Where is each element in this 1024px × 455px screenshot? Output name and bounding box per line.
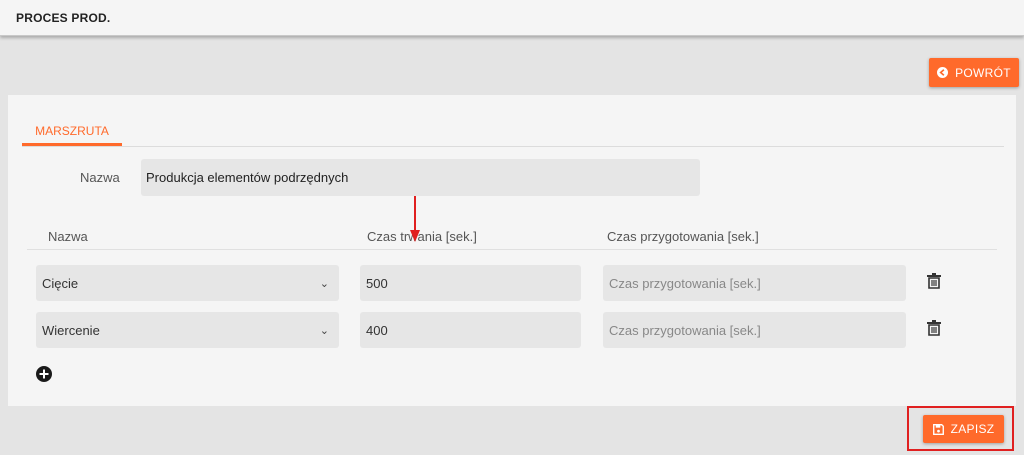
duration-input[interactable]: 400 xyxy=(360,312,581,348)
trash-icon[interactable] xyxy=(927,320,941,336)
operation-select[interactable]: Cięcie ⌄ xyxy=(36,265,339,301)
header-divider xyxy=(27,249,997,250)
save-button[interactable]: ZAPISZ xyxy=(923,415,1004,443)
plus-circle-icon[interactable] xyxy=(36,366,52,382)
save-button-label: ZAPISZ xyxy=(950,422,995,436)
chevron-down-icon: ⌄ xyxy=(319,324,329,337)
duration-input[interactable]: 500 xyxy=(360,265,581,301)
back-button[interactable]: POWRÓT xyxy=(929,58,1019,87)
operation-select-value: Wiercenie xyxy=(42,322,100,338)
prep-time-input[interactable]: Czas przygotowania [sek.] xyxy=(603,312,906,348)
operation-select-value: Cięcie xyxy=(42,275,79,291)
name-input[interactable]: Produkcja elementów podrzędnych xyxy=(141,159,700,196)
operation-select[interactable]: Wiercenie ⌄ xyxy=(36,312,339,348)
chevron-down-icon: ⌄ xyxy=(319,277,329,290)
trash-icon[interactable] xyxy=(927,273,941,289)
back-button-label: POWRÓT xyxy=(955,65,1011,80)
column-header-prep-time: Czas przygotowania [sek.] xyxy=(607,229,759,244)
name-label: Nazwa xyxy=(80,170,120,185)
annotation-arrow-icon xyxy=(410,196,420,242)
top-bar: PROCES PROD. xyxy=(0,0,1024,36)
tab-marszruta[interactable]: MARSZRUTA xyxy=(22,122,122,146)
prep-time-input[interactable]: Czas przygotowania [sek.] xyxy=(603,265,906,301)
arrow-circle-left-icon xyxy=(937,67,949,78)
page-title: PROCES PROD. xyxy=(16,11,111,25)
tab-divider xyxy=(22,146,1004,147)
floppy-disk-icon xyxy=(932,423,944,435)
column-header-name: Nazwa xyxy=(48,229,88,244)
route-card: MARSZRUTA Nazwa Produkcja elementów podr… xyxy=(8,95,1016,406)
